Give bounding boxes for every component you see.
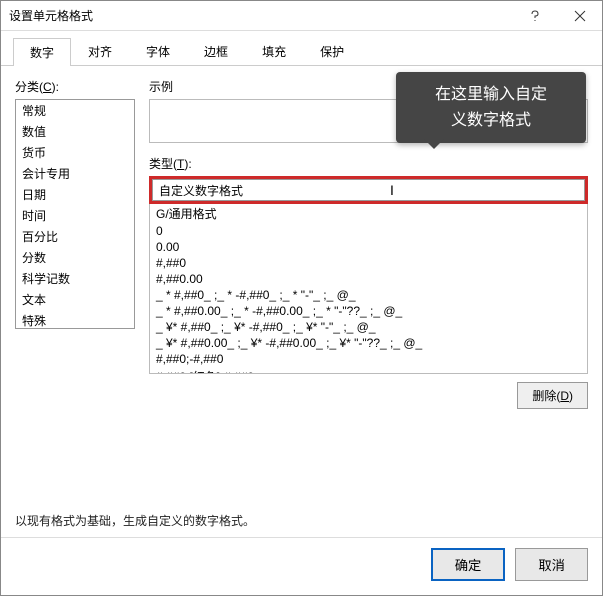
close-button[interactable] <box>557 1 602 31</box>
close-icon <box>574 10 586 22</box>
tab-number[interactable]: 数字 <box>13 38 71 66</box>
help-button[interactable] <box>512 1 557 31</box>
tab-border[interactable]: 边框 <box>187 37 245 65</box>
ok-button[interactable]: 确定 <box>431 548 506 581</box>
category-item-date[interactable]: 日期 <box>16 184 134 205</box>
category-item-percentage[interactable]: 百分比 <box>16 226 134 247</box>
format-item[interactable]: 0.00 <box>150 239 587 255</box>
category-item-time[interactable]: 时间 <box>16 205 134 226</box>
format-item[interactable]: 0 <box>150 223 587 239</box>
type-input[interactable] <box>152 179 585 201</box>
tab-protection[interactable]: 保护 <box>303 37 361 65</box>
tab-bar: 数字 对齐 字体 边框 填充 保护 <box>1 31 602 66</box>
dialog-body: 分类(C): 常规 数值 货币 会计专用 日期 时间 百分比 分数 科学记数 文… <box>1 66 602 512</box>
category-item-accounting[interactable]: 会计专用 <box>16 163 134 184</box>
type-label: 类型(T): <box>149 155 588 172</box>
callout-text-line2: 义数字格式 <box>404 108 578 134</box>
category-list[interactable]: 常规 数值 货币 会计专用 日期 时间 百分比 分数 科学记数 文本 特殊 自定… <box>15 99 135 329</box>
footer: 确定 取消 <box>1 537 602 595</box>
format-item[interactable]: #,##0 <box>150 255 587 271</box>
format-item[interactable]: #,##0;[红色]-#,##0 <box>150 367 587 374</box>
format-item[interactable]: _ ¥* #,##0_ ;_ ¥* -#,##0_ ;_ ¥* "-"_ ;_ … <box>150 319 587 335</box>
category-item-special[interactable]: 特殊 <box>16 310 134 329</box>
type-group: 类型(T): I G/通用格式 0 0.00 #,##0 #,##0.00 _ … <box>149 155 588 374</box>
detail-column: 在这里输入自定 义数字格式 示例 类型(T): I G/通用格式 0 0.00 … <box>149 78 588 504</box>
delete-row: 删除(D) <box>149 382 588 409</box>
category-column: 分类(C): 常规 数值 货币 会计专用 日期 时间 百分比 分数 科学记数 文… <box>15 78 135 504</box>
category-item-fraction[interactable]: 分数 <box>16 247 134 268</box>
category-label: 分类(C): <box>15 78 135 95</box>
format-cells-dialog: 设置单元格格式 数字 对齐 字体 边框 填充 保护 分类(C): 常规 数值 货… <box>0 0 603 596</box>
titlebar: 设置单元格格式 <box>1 1 602 31</box>
format-item[interactable]: _ * #,##0_ ;_ * -#,##0_ ;_ * "-"_ ;_ @_ <box>150 287 587 303</box>
format-item[interactable]: _ ¥* #,##0.00_ ;_ ¥* -#,##0.00_ ;_ ¥* "-… <box>150 335 587 351</box>
help-note: 以现有格式为基础，生成自定义的数字格式。 <box>1 512 602 537</box>
tab-alignment[interactable]: 对齐 <box>71 37 129 65</box>
category-item-currency[interactable]: 货币 <box>16 142 134 163</box>
type-input-highlight: I <box>149 176 588 204</box>
format-item[interactable]: _ * #,##0.00_ ;_ * -#,##0.00_ ;_ * "-"??… <box>150 303 587 319</box>
category-item-general[interactable]: 常规 <box>16 100 134 121</box>
format-item[interactable]: #,##0;-#,##0 <box>150 351 587 367</box>
callout-text-line1: 在这里输入自定 <box>404 82 578 108</box>
delete-button[interactable]: 删除(D) <box>517 382 588 409</box>
question-icon <box>529 10 541 22</box>
format-item[interactable]: #,##0.00 <box>150 271 587 287</box>
tab-fill[interactable]: 填充 <box>245 37 303 65</box>
category-item-text[interactable]: 文本 <box>16 289 134 310</box>
cancel-button[interactable]: 取消 <box>515 548 588 581</box>
instruction-callout: 在这里输入自定 义数字格式 <box>396 72 586 143</box>
category-item-scientific[interactable]: 科学记数 <box>16 268 134 289</box>
tab-font[interactable]: 字体 <box>129 37 187 65</box>
format-list[interactable]: G/通用格式 0 0.00 #,##0 #,##0.00 _ * #,##0_ … <box>149 204 588 374</box>
window-title: 设置单元格格式 <box>9 7 512 24</box>
format-item[interactable]: G/通用格式 <box>150 204 587 223</box>
window-controls <box>512 1 602 31</box>
category-item-number[interactable]: 数值 <box>16 121 134 142</box>
